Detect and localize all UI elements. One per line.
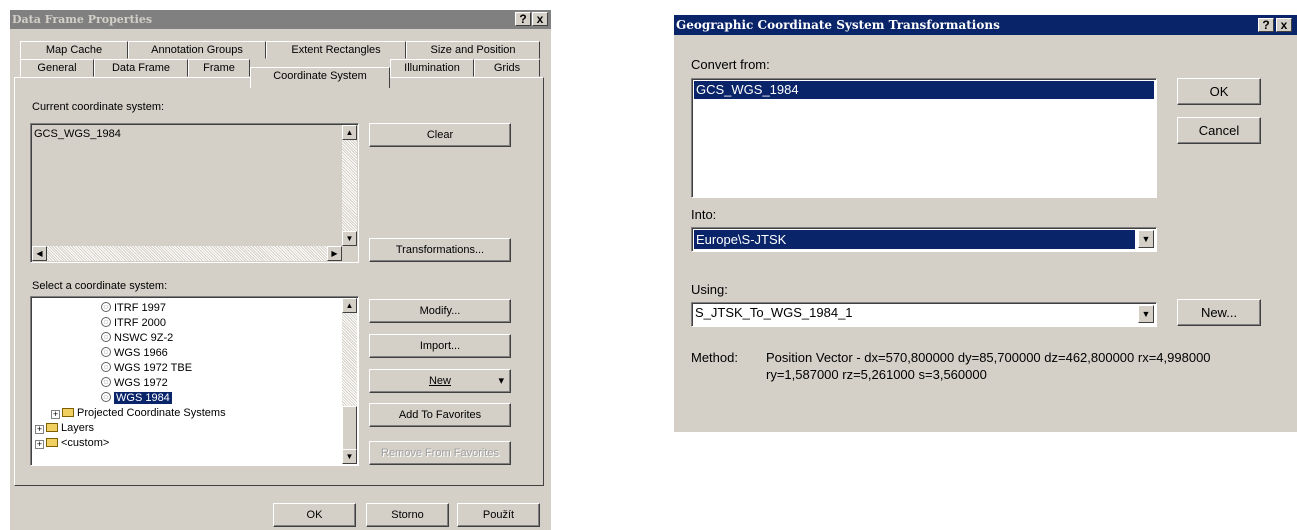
tree-item[interactable]: WGS 1966	[101, 346, 168, 360]
tree-item[interactable]: WGS 1972	[101, 376, 168, 390]
current-coordinate-system-box[interactable]: GCS_WGS_1984 ▲ ▼ ◀ ▶	[30, 123, 359, 263]
storno-button[interactable]: Storno	[366, 503, 449, 527]
tree-item-label: WGS 1966	[114, 347, 168, 359]
using-label: Using:	[691, 282, 728, 297]
tree-folder-label: <custom>	[61, 437, 110, 449]
method-label: Method:	[691, 350, 738, 365]
tree-item-selected[interactable]: WGS 1984	[101, 391, 172, 405]
tab-size-and-position[interactable]: Size and Position	[406, 41, 540, 59]
scroll-down-icon[interactable]: ▼	[342, 231, 357, 246]
remove-from-favorites-button[interactable]: Remove From Favorites	[369, 441, 511, 465]
tree-folder-layers[interactable]: + Layers	[35, 421, 94, 435]
dialog-title: Data Frame Properties	[12, 13, 153, 26]
tree-scrollbar[interactable]: ▲ ▼	[342, 298, 357, 464]
tab-grids[interactable]: Grids	[474, 59, 540, 77]
tree-folder-projected[interactable]: + Projected Coordinate Systems	[51, 406, 226, 420]
current-coordinate-system-value: GCS_WGS_1984	[34, 128, 121, 140]
scroll-thumb[interactable]	[342, 406, 357, 450]
ok-button[interactable]: OK	[273, 503, 356, 527]
method-description-line2: ry=1,587000 rz=5,261000 s=3,560000	[766, 367, 987, 382]
tree-item-label: ITRF 2000	[114, 317, 166, 329]
dialog-titlebar[interactable]: Geographic Coordinate System Transformat…	[674, 15, 1297, 35]
transformations-button[interactable]: Transformations...	[369, 238, 511, 262]
help-button[interactable]: ?	[515, 12, 531, 26]
scroll-right-icon[interactable]: ▶	[327, 246, 342, 261]
dropdown-arrow-icon[interactable]: ▼	[1138, 305, 1154, 323]
dropdown-arrow-icon[interactable]: ▼	[1138, 230, 1154, 248]
data-frame-properties-dialog: Data Frame Properties ? x Map Cache Anno…	[10, 10, 551, 530]
tab-coordinate-system[interactable]: Coordinate System	[250, 67, 390, 88]
close-button[interactable]: x	[1276, 18, 1292, 32]
coordinate-system-tree[interactable]: ITRF 1997 ITRF 2000 NSWC 9Z-2 WGS 1966 W…	[30, 296, 359, 466]
tree-item-label: WGS 1972	[114, 377, 168, 389]
expand-icon[interactable]: +	[35, 425, 44, 434]
dialog-titlebar[interactable]: Data Frame Properties	[10, 10, 551, 29]
folder-icon	[62, 408, 74, 417]
horizontal-scrollbar[interactable]: ◀ ▶	[32, 246, 342, 261]
tab-frame[interactable]: Frame	[188, 59, 250, 77]
help-button[interactable]: ?	[1258, 18, 1274, 32]
globe-icon	[101, 377, 111, 387]
tree-item-label: WGS 1984	[114, 392, 172, 404]
scroll-left-icon[interactable]: ◀	[32, 246, 47, 261]
expand-icon[interactable]: +	[35, 440, 44, 449]
convert-from-label: Convert from:	[691, 57, 770, 72]
tree-folder-custom[interactable]: + <custom>	[35, 436, 109, 450]
clear-button[interactable]: Clear	[369, 123, 511, 147]
globe-icon	[101, 347, 111, 357]
ok-button[interactable]: OK	[1177, 78, 1261, 105]
scroll-down-icon[interactable]: ▼	[342, 449, 357, 464]
into-select[interactable]: Europe\S-JTSK ▼	[691, 227, 1157, 252]
dropdown-arrow-icon: ▾	[498, 375, 504, 387]
tree-item-label: NSWC 9Z-2	[114, 332, 174, 344]
new-button-label: New	[428, 375, 451, 387]
globe-icon	[101, 302, 111, 312]
tab-data-frame[interactable]: Data Frame	[94, 59, 188, 77]
globe-icon	[101, 332, 111, 342]
scroll-up-icon[interactable]: ▲	[342, 298, 357, 313]
tree-item[interactable]: NSWC 9Z-2	[101, 331, 173, 345]
globe-icon	[101, 317, 111, 327]
convert-from-item-selected[interactable]: GCS_WGS_1984	[694, 81, 1154, 99]
cancel-button[interactable]: Cancel	[1177, 117, 1261, 144]
tree-folder-label: Projected Coordinate Systems	[77, 407, 226, 419]
convert-from-list[interactable]: GCS_WGS_1984	[691, 78, 1157, 198]
tree-folder-label: Layers	[61, 422, 95, 434]
import-button[interactable]: Import...	[369, 334, 511, 358]
select-coordinate-system-label: Select a coordinate system:	[32, 280, 168, 292]
folder-icon	[46, 423, 58, 432]
new-button[interactable]: New...	[1177, 299, 1261, 326]
vertical-scrollbar[interactable]: ▲ ▼	[342, 125, 357, 246]
apply-button[interactable]: Použít	[457, 503, 540, 527]
using-select[interactable]: S_JTSK_To_WGS_1984_1 ▼	[691, 302, 1157, 327]
tab-general[interactable]: General	[20, 59, 94, 77]
gcs-transformations-dialog: Geographic Coordinate System Transformat…	[674, 15, 1297, 432]
into-select-value: Europe\S-JTSK	[694, 230, 1135, 249]
tree-item[interactable]: ITRF 2000	[101, 316, 166, 330]
tree-item-label: ITRF 1997	[114, 302, 166, 314]
tab-annotation-groups[interactable]: Annotation Groups	[128, 41, 266, 59]
tree-item[interactable]: WGS 1972 TBE	[101, 361, 192, 375]
current-coordinate-system-label: Current coordinate system:	[32, 101, 165, 113]
dialog-title: Geographic Coordinate System Transformat…	[676, 18, 1000, 32]
folder-icon	[46, 438, 58, 447]
into-label: Into:	[691, 207, 717, 222]
tree-item[interactable]: ITRF 1997	[101, 301, 166, 315]
close-button[interactable]: x	[532, 12, 548, 26]
globe-icon	[101, 362, 111, 372]
tab-illumination[interactable]: Illumination	[390, 59, 474, 77]
add-to-favorites-button[interactable]: Add To Favorites	[369, 403, 511, 427]
globe-icon	[101, 392, 111, 402]
method-description-line1: Position Vector - dx=570,800000 dy=85,70…	[766, 350, 1211, 365]
new-button[interactable]: New ▾	[369, 369, 511, 393]
modify-button[interactable]: Modify...	[369, 299, 511, 323]
tab-extent-rectangles[interactable]: Extent Rectangles	[266, 41, 406, 59]
using-select-value: S_JTSK_To_WGS_1984_1	[695, 305, 853, 320]
expand-icon[interactable]: +	[51, 410, 60, 419]
tab-map-cache[interactable]: Map Cache	[20, 41, 128, 59]
scroll-up-icon[interactable]: ▲	[342, 125, 357, 140]
tree-item-label: WGS 1972 TBE	[114, 362, 193, 374]
